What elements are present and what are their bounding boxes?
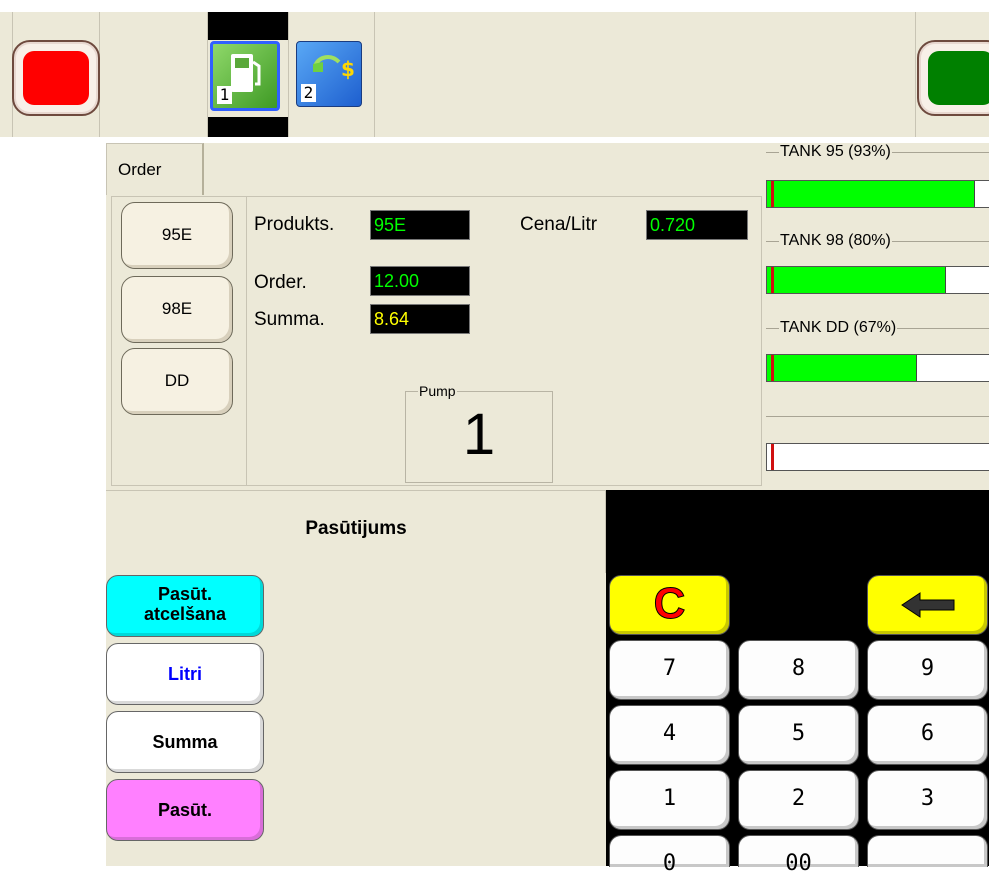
tank-level-bar [766, 180, 989, 208]
key-1[interactable]: 1 [609, 770, 730, 830]
pump-number-display: 1 [462, 402, 496, 467]
keypad-display [606, 490, 989, 573]
key-4[interactable]: 4 [609, 705, 730, 765]
sum-button[interactable]: Summa [106, 711, 264, 773]
start-button[interactable] [917, 40, 989, 116]
backspace-key[interactable] [867, 575, 988, 635]
pump-1-button[interactable]: 1 [210, 41, 280, 111]
tank-group-line [766, 416, 989, 417]
key-6[interactable]: 6 [867, 705, 988, 765]
pump-number: 2 [301, 84, 316, 102]
sum-field: 8.64 [370, 304, 470, 334]
clear-key[interactable]: C [609, 575, 730, 635]
order-button[interactable]: Pasūt. [106, 779, 264, 841]
key-2[interactable]: 2 [738, 770, 859, 830]
key-0[interactable]: 0 [609, 835, 730, 876]
tank-level-fill [767, 181, 976, 207]
pump-2-button[interactable]: $ 2 [296, 41, 362, 107]
tank-label: TANK 95 (93%) [779, 143, 892, 161]
key-decimal[interactable] [867, 835, 988, 867]
key-7[interactable]: 7 [609, 640, 730, 700]
cancel-order-line1: Pasūt. [157, 584, 213, 604]
tab-order[interactable]: Order [106, 143, 204, 195]
tank-min-marker [771, 181, 774, 207]
order-title: Pasūtijums [305, 518, 407, 539]
stop-icon [23, 51, 89, 105]
tank-level-bar [766, 443, 989, 471]
product-95e-button[interactable]: 95E [121, 202, 233, 269]
pump-frame-top [208, 12, 288, 40]
product-98e-button[interactable]: 98E [121, 276, 233, 343]
pump-number: 1 [217, 86, 232, 104]
tank-min-marker [771, 267, 774, 293]
price-label: Cena/Litr [520, 214, 598, 235]
divider [246, 197, 247, 485]
tank-level-fill [767, 355, 918, 381]
toolbar-divider [915, 12, 916, 137]
tank-level-bar [766, 354, 989, 382]
key-5[interactable]: 5 [738, 705, 859, 765]
stop-button[interactable] [12, 40, 100, 116]
top-toolbar: 1 $ 2 [0, 12, 989, 137]
tank-label: TANK DD (67%) [779, 319, 898, 337]
liters-button[interactable]: Litri [106, 643, 264, 705]
pump-legend: Pump [418, 383, 457, 399]
product-dd-button[interactable]: DD [121, 348, 233, 415]
cancel-order-line2: atcelšana [143, 604, 227, 624]
tank-min-marker [771, 355, 774, 381]
tank-level-fill [767, 267, 947, 293]
order-amount-field: 12.00 [370, 266, 470, 296]
key-00[interactable]: 00 [738, 835, 859, 876]
svg-text:$: $ [341, 57, 355, 81]
pump-frame-bottom [208, 117, 288, 137]
cancel-order-button[interactable]: Pasūt. atcelšana [106, 575, 264, 637]
price-field: 0.720 [646, 210, 748, 240]
order-label: Order. [254, 272, 307, 293]
key-9[interactable]: 9 [867, 640, 988, 700]
product-field: 95E [370, 210, 470, 240]
tank-label: TANK 98 (80%) [779, 232, 892, 250]
go-icon [928, 51, 989, 105]
key-3[interactable]: 3 [867, 770, 988, 830]
key-8[interactable]: 8 [738, 640, 859, 700]
sum-label: Summa. [254, 309, 325, 330]
tank-level-bar [766, 266, 989, 294]
arrow-left-icon [900, 592, 954, 618]
toolbar-divider [288, 12, 289, 137]
toolbar-divider [374, 12, 375, 137]
tank-min-marker [771, 444, 774, 470]
product-label: Produkts. [254, 214, 335, 235]
